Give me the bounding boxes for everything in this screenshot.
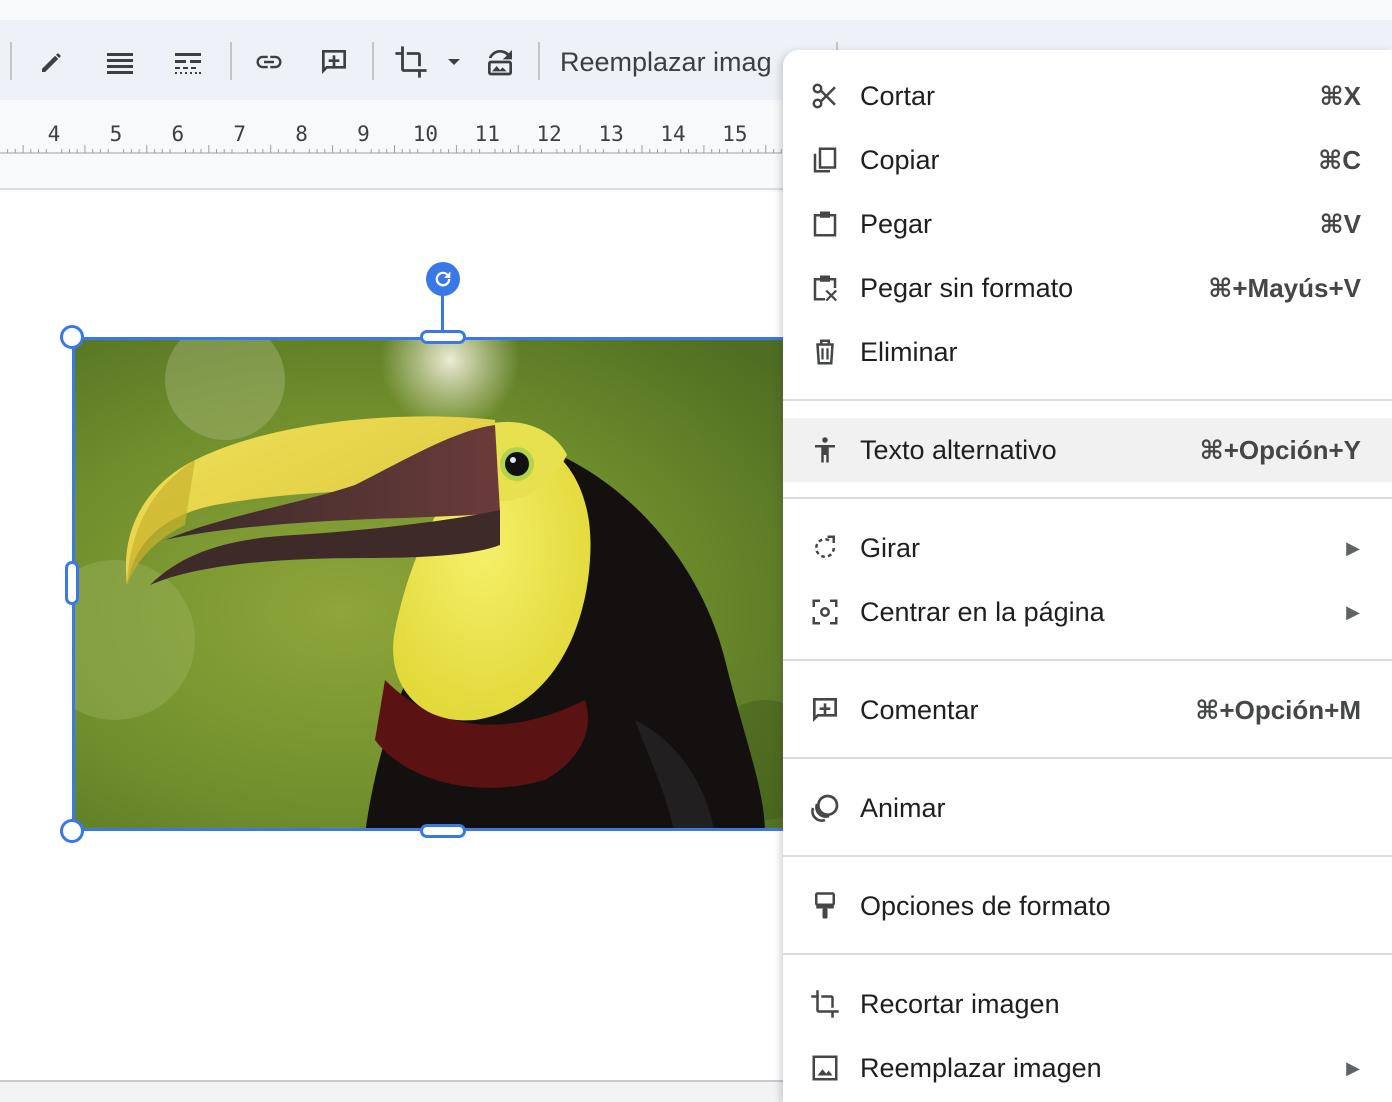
menu-item-shortcut: ⌘C [1318, 145, 1361, 175]
menu-divider [783, 497, 1392, 499]
pencil-icon[interactable] [32, 42, 72, 82]
dropdown-arrow-icon[interactable] [434, 42, 474, 82]
line-style-icon[interactable] [168, 42, 208, 82]
menu-item-label: Opciones de formato [860, 891, 1111, 921]
toucan-image[interactable] [72, 337, 832, 831]
align-justify-icon[interactable] [100, 42, 140, 82]
toolbar-divider [230, 42, 232, 80]
add-comment-icon[interactable] [314, 42, 354, 82]
menu-item-shortcut: ⌘V [1319, 209, 1361, 239]
menu-item-format-options[interactable]: Opciones de formato [783, 874, 1392, 938]
menu-item-label: Recortar imagen [860, 989, 1060, 1019]
menu-item-shortcut: ⌘+Opción+M [1195, 695, 1361, 725]
submenu-arrow-icon: ▶ [1346, 538, 1360, 558]
menu-divider [783, 659, 1392, 661]
menu-item-label: Pegar [860, 209, 933, 239]
accessibility-icon [809, 434, 841, 466]
menu-item-shortcut: ⌘+Opción+Y [1199, 435, 1361, 465]
menu-item-label: Copiar [860, 145, 940, 175]
menu-divider [783, 757, 1392, 759]
add-comment-icon [809, 694, 841, 726]
menu-item-delete[interactable]: Eliminar [783, 320, 1392, 384]
crop-icon[interactable] [391, 42, 431, 82]
menu-divider [783, 855, 1392, 857]
toolbar-divider [372, 42, 374, 80]
format-paint-icon [809, 890, 841, 922]
center-icon [809, 596, 841, 628]
menu-item-animate[interactable]: Animar [783, 776, 1392, 840]
menu-item-label: Comentar [860, 695, 979, 725]
menu-item-label: Animar [860, 793, 946, 823]
resize-handle-bottom-left[interactable] [60, 819, 84, 843]
reset-image-icon[interactable] [480, 42, 520, 82]
scissors-icon [809, 80, 841, 112]
rotate-handle[interactable] [426, 262, 460, 296]
menu-item-label: Texto alternativo [860, 435, 1057, 465]
resize-handle-bottom[interactable] [420, 824, 466, 838]
link-icon[interactable] [249, 42, 289, 82]
menu-item-label: Girar [860, 533, 920, 563]
rotate-icon [809, 532, 841, 564]
menu-divider [783, 953, 1392, 955]
toolbar-divider [538, 42, 540, 80]
top-strip [0, 0, 1392, 20]
resize-handle-top-left[interactable] [60, 325, 84, 349]
rotate-stem [441, 292, 444, 330]
menu-item-label: Cortar [860, 81, 936, 111]
menu-item-label: Reemplazar imagen [860, 1053, 1102, 1083]
menu-item-paste[interactable]: Pegar ⌘V [783, 192, 1392, 256]
menu-item-center-page[interactable]: Centrar en la página ▶ [783, 580, 1392, 644]
menu-item-replace-image[interactable]: Reemplazar imagen ▶ [783, 1036, 1392, 1100]
submenu-arrow-icon: ▶ [1346, 602, 1360, 622]
menu-item-comment[interactable]: Comentar ⌘+Opción+M [783, 678, 1392, 742]
resize-handle-top[interactable] [420, 330, 466, 344]
copy-icon [809, 144, 841, 176]
menu-item-label: Eliminar [860, 337, 958, 367]
image-icon [809, 1052, 841, 1084]
menu-divider [783, 399, 1392, 401]
menu-item-copy[interactable]: Copiar ⌘C [783, 128, 1392, 192]
menu-item-rotate[interactable]: Girar ▶ [783, 516, 1392, 580]
animate-icon [809, 792, 841, 824]
rotate-icon [435, 271, 451, 287]
menu-item-crop-image[interactable]: Recortar imagen [783, 972, 1392, 1036]
context-menu: Cortar ⌘X Copiar ⌘C Pegar ⌘V Pegar sin f… [783, 50, 1392, 1102]
toucan-photo [75, 340, 829, 828]
menu-item-label: Pegar sin formato [860, 273, 1074, 303]
menu-item-label: Centrar en la página [860, 597, 1105, 627]
menu-item-shortcut: ⌘+Mayús+V [1208, 273, 1361, 303]
menu-item-paste-plain[interactable]: Pegar sin formato ⌘+Mayús+V [783, 256, 1392, 320]
toolbar-divider [10, 42, 12, 80]
menu-item-alt-text[interactable]: Texto alternativo ⌘+Opción+Y [783, 418, 1392, 482]
resize-handle-left[interactable] [65, 561, 79, 605]
menu-item-cut[interactable]: Cortar ⌘X [783, 64, 1392, 128]
paste-plain-icon [809, 272, 841, 304]
menu-item-shortcut: ⌘X [1319, 81, 1361, 111]
crop-icon [809, 988, 841, 1020]
paste-icon [809, 208, 841, 240]
replace-image-button[interactable]: Reemplazar imag [560, 42, 772, 82]
trash-icon [809, 336, 841, 368]
submenu-arrow-icon: ▶ [1346, 1058, 1360, 1078]
